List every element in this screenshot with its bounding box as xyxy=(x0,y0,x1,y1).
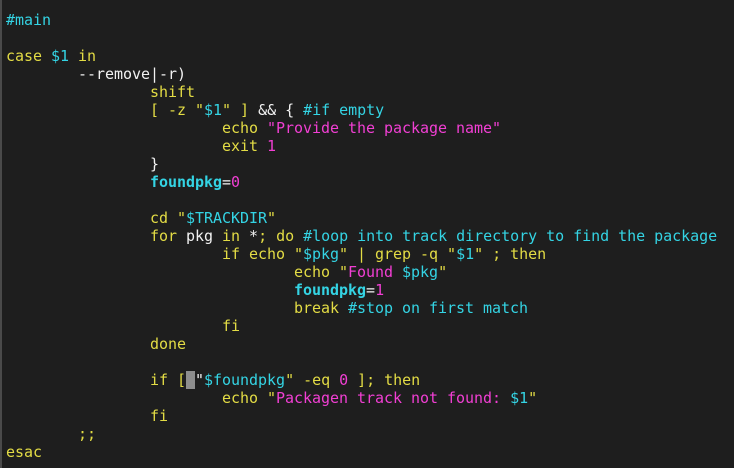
code-token: && { xyxy=(258,101,304,119)
code-token: #main xyxy=(6,11,52,29)
code-token: echo xyxy=(6,119,268,137)
code-line[interactable]: #main xyxy=(2,11,732,29)
code-token: "Provide the package name" xyxy=(267,119,502,137)
code-line[interactable]: echo "Found $pkg" xyxy=(2,263,732,281)
code-token: shift xyxy=(6,83,196,101)
code-line[interactable]: break #stop on first match xyxy=(2,299,732,317)
code-token: " ; then xyxy=(474,245,547,263)
code-line[interactable]: cd "$TRACKDIR" xyxy=(2,209,732,227)
code-token: * xyxy=(249,227,259,245)
code-token: " xyxy=(438,263,448,281)
code-token: cd " xyxy=(6,209,187,227)
code-token: case xyxy=(6,47,52,65)
code-token: esac xyxy=(6,443,43,461)
code-line[interactable] xyxy=(2,353,732,371)
code-line[interactable]: fi xyxy=(2,317,732,335)
code-line[interactable]: } xyxy=(2,155,732,173)
code-token: 0 xyxy=(231,173,241,191)
code-token: 1 xyxy=(375,281,385,299)
code-token: echo " xyxy=(6,263,349,281)
code-token: $pkg xyxy=(303,245,340,263)
code-token: exit xyxy=(6,137,268,155)
code-token: #loop into track directory to find the p… xyxy=(303,227,718,245)
code-line[interactable]: esac xyxy=(2,443,732,461)
code-token: Found xyxy=(348,263,403,281)
code-token: $foundpkg xyxy=(204,371,286,389)
code-token: pkg xyxy=(186,227,214,245)
code-line[interactable]: done xyxy=(2,335,732,353)
code-token: " xyxy=(195,371,205,389)
code-line[interactable]: --remove|-r) xyxy=(2,65,732,83)
code-token: $1 xyxy=(51,47,70,65)
code-line[interactable]: shift xyxy=(2,83,732,101)
code-editor[interactable]: #main case $1 in --remove|-r) shift [ -z … xyxy=(0,0,732,468)
code-line[interactable] xyxy=(2,191,732,209)
code-token: fi xyxy=(6,407,169,425)
code-line[interactable]: ;; xyxy=(2,425,732,443)
code-token: done xyxy=(6,335,187,353)
code-token: 0 xyxy=(339,371,349,389)
code-token: if [ xyxy=(6,371,187,389)
text-cursor xyxy=(186,371,196,389)
code-token: foundpkg xyxy=(150,173,223,191)
code-token: [ -z " xyxy=(6,101,205,119)
code-line[interactable] xyxy=(2,29,732,47)
code-token: " ] xyxy=(222,101,259,119)
code-token: Packagen track not found: xyxy=(276,389,511,407)
code-token: echo " xyxy=(6,389,277,407)
code-token: = xyxy=(366,281,376,299)
code-token: ; do xyxy=(258,227,304,245)
code-token: ;; xyxy=(6,425,97,443)
code-line[interactable]: case $1 in xyxy=(2,47,732,65)
code-token: $TRACKDIR xyxy=(186,209,268,227)
code-line[interactable]: fi xyxy=(2,407,732,425)
code-token: = xyxy=(222,173,232,191)
code-token: #stop on first match xyxy=(348,299,529,317)
code-line[interactable]: [ -z "$1" ] && { #if empty xyxy=(2,101,732,119)
code-token: in xyxy=(69,47,97,65)
code-token: " xyxy=(528,389,538,407)
code-token: in xyxy=(213,227,250,245)
code-token: foundpkg xyxy=(294,281,367,299)
code-line[interactable]: echo "Provide the package name" xyxy=(2,119,732,137)
code-token: fi xyxy=(6,317,241,335)
code-token: for xyxy=(6,227,187,245)
code-token: " xyxy=(267,209,277,227)
code-token: --remove|-r) xyxy=(6,65,187,83)
code-line[interactable]: exit 1 xyxy=(2,137,732,155)
code-line[interactable]: for pkg in *; do #loop into track direct… xyxy=(2,227,732,245)
code-token: #if empty xyxy=(303,101,385,119)
code-token: $1 xyxy=(510,389,529,407)
code-token: break xyxy=(6,299,349,317)
code-line[interactable]: echo "Packagen track not found: $1" xyxy=(2,389,732,407)
code-token: " | grep -q " xyxy=(339,245,457,263)
code-line[interactable]: if echo "$pkg" | grep -q "$1" ; then xyxy=(2,245,732,263)
code-token: ]; then xyxy=(348,371,421,389)
code-line[interactable]: if [ "$foundpkg" -eq 0 ]; then xyxy=(2,371,732,389)
code-token: " -eq xyxy=(285,371,340,389)
code-token: $1 xyxy=(456,245,475,263)
code-token: if echo " xyxy=(6,245,304,263)
code-line[interactable]: foundpkg=1 xyxy=(2,281,732,299)
code-token: } xyxy=(6,155,160,173)
code-token: $1 xyxy=(204,101,223,119)
code-line[interactable]: foundpkg=0 xyxy=(2,173,732,191)
code-token: 1 xyxy=(267,137,277,155)
code-token: $pkg xyxy=(402,263,439,281)
